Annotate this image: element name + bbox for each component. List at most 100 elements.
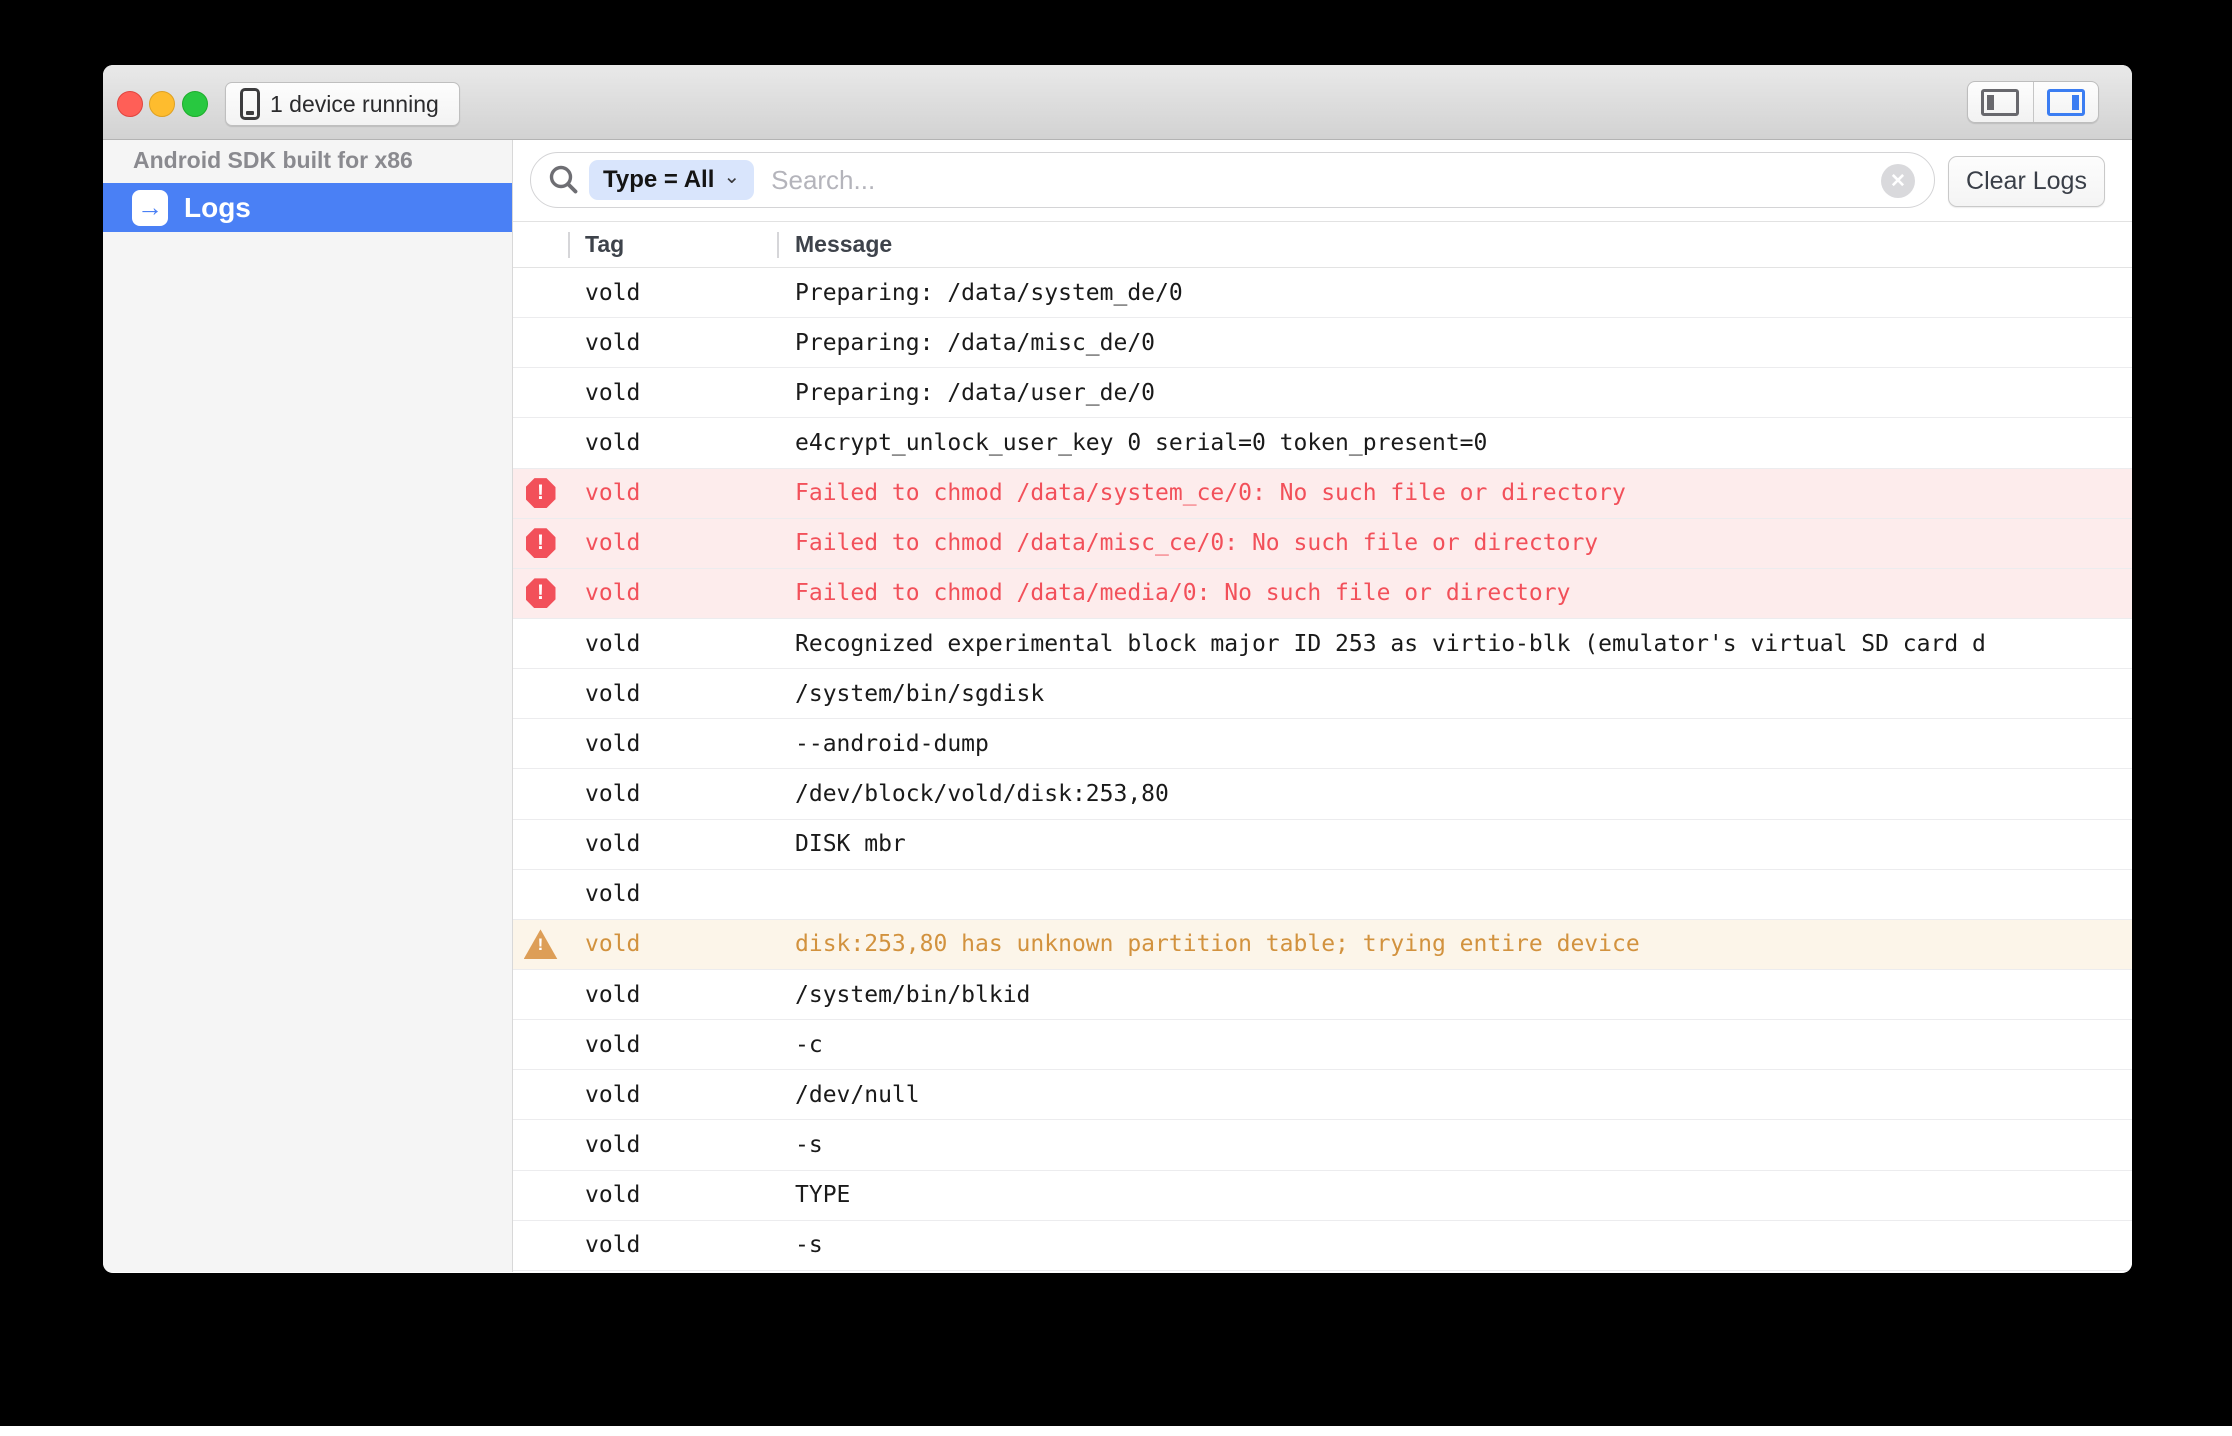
log-row[interactable]: !voldFailed to chmod /data/misc_ce/0: No… [513, 519, 2132, 569]
phone-icon [240, 88, 260, 120]
log-level-cell: ! [513, 578, 568, 608]
log-tag: vold [568, 1082, 795, 1108]
log-row[interactable]: vold/dev/block/vold/disk:253,80 [513, 769, 2132, 819]
log-tag: vold [568, 480, 795, 506]
error-icon: ! [526, 478, 556, 508]
log-row[interactable]: vold-c [513, 1020, 2132, 1070]
log-table-header: Tag Message [513, 222, 2132, 268]
log-toolbar: Type = All ⌄ ✕ Clear Logs [513, 140, 2132, 222]
log-tag: vold [568, 530, 795, 556]
device-running-label: 1 device running [270, 91, 439, 118]
log-message: /dev/null [795, 1082, 2132, 1108]
log-level-cell: ! [513, 528, 568, 558]
log-row[interactable]: vold/dev/null [513, 1070, 2132, 1120]
log-message: Failed to chmod /data/media/0: No such f… [795, 580, 2132, 606]
log-row[interactable]: vold [513, 870, 2132, 920]
type-filter-token[interactable]: Type = All ⌄ [589, 160, 754, 200]
log-row[interactable]: voldPreparing: /data/user_de/0 [513, 368, 2132, 418]
log-row[interactable]: voldDISK mbr [513, 820, 2132, 870]
column-separator [777, 232, 779, 258]
chevron-down-icon: ⌄ [723, 167, 740, 187]
log-message: Preparing: /data/system_de/0 [795, 280, 2132, 306]
minimize-window-button[interactable] [149, 91, 175, 117]
log-message: Recognized experimental block major ID 2… [795, 631, 2132, 657]
screen: 1 device running Android SDK built for x… [0, 0, 2232, 1436]
sidebar: Android SDK built for x86 → Logs [103, 140, 513, 1272]
log-tag: vold [568, 330, 795, 356]
app-window: 1 device running Android SDK built for x… [103, 65, 2132, 1273]
device-running-button[interactable]: 1 device running [225, 82, 460, 126]
log-level-cell: ! [513, 478, 568, 508]
log-message: Preparing: /data/misc_de/0 [795, 330, 2132, 356]
device-name-header: Android SDK built for x86 [133, 147, 512, 174]
log-row[interactable]: vold/system/bin/sgdisk [513, 669, 2132, 719]
log-message: /system/bin/blkid [795, 982, 2132, 1008]
log-row[interactable]: volde4crypt_unlock_user_key 0 serial=0 t… [513, 418, 2132, 468]
toggle-right-panel-button[interactable] [2033, 82, 2099, 122]
log-rows: voldPreparing: /data/system_de/0voldPrep… [513, 268, 2132, 1272]
log-tag: vold [568, 831, 795, 857]
log-row[interactable]: ! voldFailed to chmod /data/media/0: No s… [513, 569, 2132, 619]
search-icon [545, 163, 583, 197]
logs-arrow-icon: → [132, 190, 168, 226]
clear-logs-button[interactable]: Clear Logs [1948, 156, 2105, 207]
log-message: /dev/block/vold/disk:253,80 [795, 781, 2132, 807]
log-row[interactable]: vold-s [513, 1120, 2132, 1170]
log-row[interactable]: vold/system/bin/blkid [513, 970, 2132, 1020]
log-tag: vold [568, 1232, 795, 1258]
search-input[interactable] [769, 164, 1874, 197]
type-filter-label: Type = All [603, 166, 714, 194]
zoom-window-button[interactable] [182, 91, 208, 117]
column-header-tag: Tag [585, 231, 624, 258]
log-row[interactable]: ! volddisk:253,80 has unknown partition t… [513, 920, 2132, 970]
log-message: TYPE [795, 1182, 2132, 1208]
titlebar: 1 device running [103, 65, 2132, 140]
close-window-button[interactable] [117, 91, 143, 117]
log-tag: vold [568, 681, 795, 707]
toggle-left-panel-button[interactable] [1968, 82, 2033, 122]
log-tag: vold [568, 1182, 795, 1208]
panel-layout-segmented-control [1967, 81, 2099, 123]
column-header-message: Message [795, 231, 892, 258]
log-tag: vold [568, 781, 795, 807]
sidebar-item-logs[interactable]: → Logs [103, 183, 512, 232]
log-tag: vold [568, 1032, 795, 1058]
bottom-strip [0, 1426, 2232, 1436]
log-row[interactable]: voldTYPE [513, 1171, 2132, 1221]
log-message: /system/bin/sgdisk [795, 681, 2132, 707]
log-row[interactable]: voldPreparing: /data/system_de/0 [513, 268, 2132, 318]
log-panel: Type = All ⌄ ✕ Clear Logs Tag Message [513, 140, 2132, 1272]
right-panel-icon [2047, 89, 2085, 116]
log-message: -c [795, 1032, 2132, 1058]
log-tag: vold [568, 280, 795, 306]
log-row[interactable]: voldRecognized experimental block major … [513, 619, 2132, 669]
log-message: disk:253,80 has unknown partition table;… [795, 931, 2132, 957]
error-icon: ! [526, 578, 556, 608]
log-tag: vold [568, 982, 795, 1008]
log-message: --android-dump [795, 731, 2132, 757]
log-row[interactable]: voldPreparing: /data/misc_de/0 [513, 318, 2132, 368]
log-row[interactable]: vold-s [513, 1221, 2132, 1271]
column-separator [568, 232, 570, 258]
log-message: DISK mbr [795, 831, 2132, 857]
log-row[interactable]: ! voldFailed to chmod /data/system_ce/0: … [513, 469, 2132, 519]
log-tag: vold [568, 731, 795, 757]
warning-icon: ! [524, 929, 558, 959]
sidebar-item-label: Logs [184, 192, 251, 224]
log-tag: vold [568, 881, 795, 907]
log-row[interactable]: vold--android-dump [513, 719, 2132, 769]
log-tag: vold [568, 580, 795, 606]
log-tag: vold [568, 931, 795, 957]
log-message: -s [795, 1232, 2132, 1258]
left-panel-icon [1981, 89, 2019, 116]
log-message: Failed to chmod /data/misc_ce/0: No such… [795, 530, 2132, 556]
log-message: Failed to chmod /data/system_ce/0: No su… [795, 480, 2132, 506]
log-tag: vold [568, 380, 795, 406]
log-message: -s [795, 1132, 2132, 1158]
log-message: e4crypt_unlock_user_key 0 serial=0 token… [795, 430, 2132, 456]
log-tag: vold [568, 1132, 795, 1158]
clear-search-button[interactable]: ✕ [1881, 164, 1915, 198]
log-message: Preparing: /data/user_de/0 [795, 380, 2132, 406]
log-level-cell: ! [513, 929, 568, 959]
search-field[interactable]: Type = All ⌄ ✕ [530, 152, 1935, 208]
